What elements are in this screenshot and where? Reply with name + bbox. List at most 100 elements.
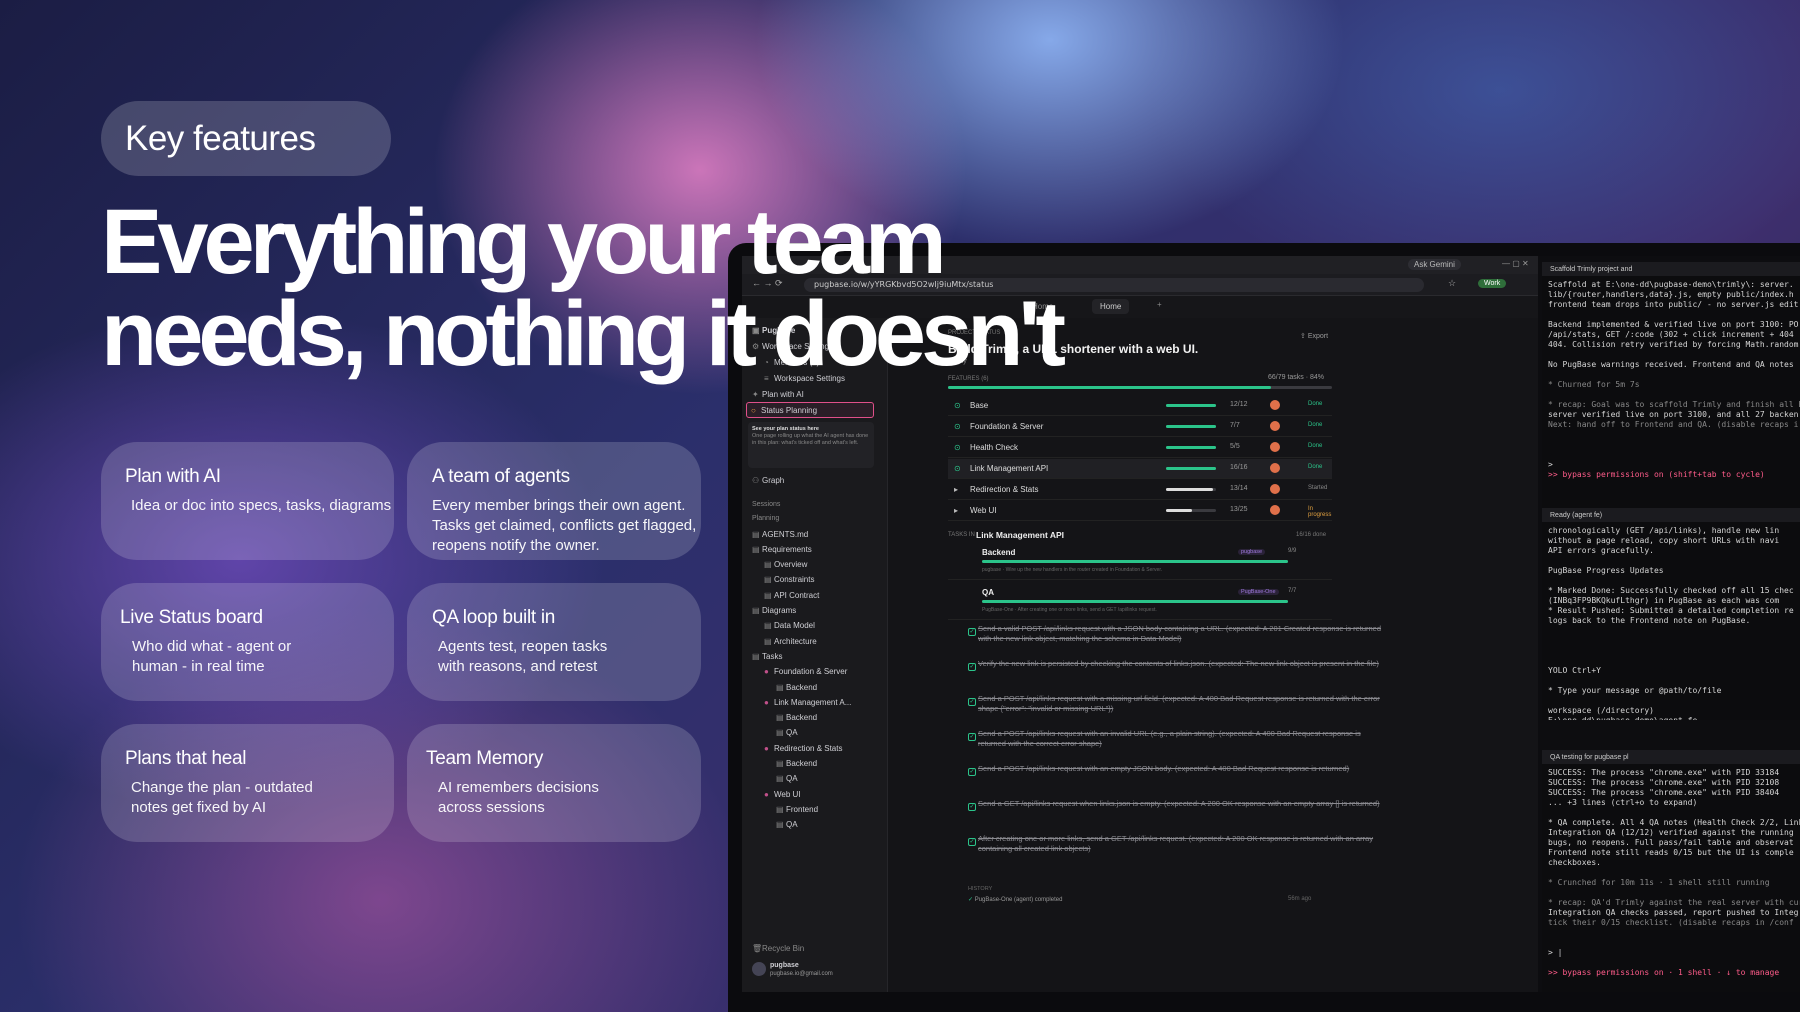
- avatar: [1270, 442, 1280, 452]
- terminal-line: >: [1548, 460, 1553, 469]
- sidebar-tree-item[interactable]: ● Foundation & Server: [764, 666, 847, 678]
- avatar[interactable]: [752, 962, 766, 976]
- window-controls-icon[interactable]: — ▢ ✕: [1502, 259, 1529, 268]
- feature-row[interactable]: ▸ Redirection & Stats 13/14 Started: [948, 480, 1332, 500]
- export-button[interactable]: ⇪ Export: [1300, 332, 1328, 340]
- sidebar-item-status-planning[interactable]: ○ Status Planning: [746, 402, 874, 418]
- feature-row[interactable]: ⊙ Health Check 5/5 Done: [948, 438, 1332, 458]
- new-tab-icon[interactable]: +: [1157, 300, 1162, 309]
- task-text: After creating one or more links, send a…: [978, 834, 1374, 853]
- status-circle-icon: ▸: [954, 506, 959, 515]
- feature-count: 12/12: [1230, 401, 1248, 408]
- feature-row[interactable]: ⊙ Link Management API 16/16 Done: [948, 459, 1332, 479]
- bar-fill: [1166, 404, 1216, 407]
- terminal-title: QA testing for pugbase pl: [1542, 750, 1800, 764]
- sidebar-tree-item[interactable]: ▤ Requirements: [752, 543, 812, 555]
- terminal-line: >> bypass permissions on · 1 shell · ↓ t…: [1548, 968, 1780, 977]
- task-checkbox[interactable]: ✓: [968, 663, 976, 671]
- sidebar-tree-item[interactable]: ▤ Diagrams: [752, 605, 796, 617]
- task-checkbox[interactable]: ✓: [968, 733, 976, 741]
- task-checkbox[interactable]: ✓: [968, 698, 976, 706]
- sidebar-tree-item[interactable]: ▤ Data Model: [764, 620, 815, 632]
- task-group[interactable]: Backend pugbase 9/9 pugbase · Wire up the n…: [948, 544, 1332, 580]
- feature-row[interactable]: ⊙ Base 12/12 Done: [948, 396, 1332, 416]
- sidebar-tree-item[interactable]: ▤ API Contract: [764, 589, 819, 601]
- task-checkbox[interactable]: ✓: [968, 838, 976, 846]
- sidebar-tree-item[interactable]: ▤ Overview: [764, 559, 807, 571]
- terminal-line: * recap: QA'd Trimly against the real se…: [1548, 898, 1800, 907]
- task-checkbox[interactable]: ✓: [968, 628, 976, 636]
- status-circle-icon: ⊙: [954, 464, 961, 473]
- sidebar-tree-item[interactable]: ▤ QA: [776, 773, 798, 785]
- sidebar-tree-item[interactable]: ▤ AGENTS.md: [752, 528, 808, 540]
- tooltip-title: See your plan status here: [752, 426, 819, 432]
- sidebar-tree-item[interactable]: ▤ Tasks: [752, 650, 782, 662]
- profile-chip[interactable]: Work: [1478, 279, 1507, 288]
- task-checkbox[interactable]: ✓: [968, 768, 976, 776]
- file-icon: ▤: [752, 544, 760, 554]
- task-checkbox[interactable]: ✓: [968, 803, 976, 811]
- terminal-line: checkboxes.: [1548, 858, 1601, 867]
- feature-count: 13/25: [1230, 506, 1248, 513]
- terminal-scaffold[interactable]: Scaffold Trimly project and Scaffold at …: [1542, 262, 1800, 508]
- tab-home-2[interactable]: Home: [1092, 299, 1130, 314]
- terminal-title: Scaffold Trimly project and: [1542, 262, 1800, 276]
- sidebar-tree-item[interactable]: ▤ Constraints: [764, 574, 814, 586]
- terminal-line: SUCCESS: The process "chrome.exe" with P…: [1548, 768, 1780, 777]
- sidebar-tree-item[interactable]: ▤ Backend: [776, 681, 817, 693]
- sidebar-item-graph[interactable]: ⚇ Graph: [752, 474, 784, 486]
- bar-fill: [1166, 467, 1216, 470]
- sidebar-tree-label: Architecture: [774, 636, 817, 646]
- task-text: Send a POST /api/links request with an i…: [978, 729, 1361, 748]
- sidebar-tree-item[interactable]: ▤ Frontend: [776, 803, 818, 815]
- feature-count: 16/16: [1230, 464, 1248, 471]
- sidebar-tree-label: Web UI: [774, 789, 801, 799]
- terminal-qa[interactable]: QA testing for pugbase pl SUCCESS: The p…: [1542, 750, 1800, 992]
- recycle-bin[interactable]: 🗑 Recycle Bin: [752, 942, 804, 954]
- feature-card-team-of-agents: A team of agents Every member brings thei…: [407, 442, 701, 560]
- sidebar-tree-item[interactable]: ● Link Management A...: [764, 696, 851, 708]
- star-icon[interactable]: ☆: [1448, 278, 1456, 289]
- feature-row[interactable]: ⊙ Foundation & Server 7/7 Done: [948, 417, 1332, 437]
- feature-row[interactable]: ▸ Web UI 13/25 In progress: [948, 501, 1332, 521]
- feature-state: Started: [1308, 485, 1328, 491]
- feature-progress-bar: [1166, 467, 1216, 470]
- task-group[interactable]: QA PugBase-One 7/7 PugBase-One · After crea…: [948, 584, 1332, 620]
- sidebar-tree-item[interactable]: ● Web UI: [764, 788, 801, 800]
- file-icon: ●: [764, 789, 769, 799]
- terminal-line: > |: [1548, 948, 1563, 957]
- terminal-line: Scaffold at E:\one-dd\pugbase-demo\triml…: [1548, 280, 1794, 289]
- terminal-line: * Type your message or @path/to/file: [1548, 686, 1722, 695]
- sidebar-tree-item[interactable]: ▤ Backend: [776, 758, 817, 770]
- task-text: Send a POST /api/links request with a mi…: [978, 694, 1380, 713]
- avatar: [1270, 505, 1280, 515]
- feature-state: Done: [1308, 443, 1323, 449]
- sidebar-item-plan-with-ai[interactable]: ✦ Plan with AI: [752, 388, 804, 400]
- terminal-agent-fe[interactable]: Ready (agent fe) chronologically (GET /a…: [1542, 508, 1800, 720]
- file-icon: ▤: [776, 682, 784, 692]
- task-groups: Backend pugbase 9/9 pugbase · Wire up the n…: [948, 544, 1332, 624]
- planning-label[interactable]: Planning: [752, 512, 779, 524]
- sidebar-tree-label: Frontend: [786, 804, 819, 814]
- tooltip-body: One page rolling up what the AI agent ha…: [752, 433, 869, 446]
- feature-name: Base: [970, 401, 989, 410]
- sidebar-tree-item[interactable]: ● Redirection & Stats: [764, 742, 842, 754]
- terminal-line: chronologically (GET /api/links), handle…: [1548, 526, 1780, 535]
- sidebar-tree-item[interactable]: ▤ QA: [776, 727, 798, 739]
- file-icon: ▤: [776, 728, 784, 738]
- feature-name: Web UI: [970, 506, 997, 515]
- feature-name: Foundation & Server: [970, 422, 1044, 431]
- terminal-line: SUCCESS: The process "chrome.exe" with P…: [1548, 788, 1780, 797]
- ask-gemini-button[interactable]: Ask Gemini: [1408, 259, 1461, 270]
- sidebar-tree-item[interactable]: ▤ Backend: [776, 712, 817, 724]
- sidebar-tree-item[interactable]: ▤ Architecture: [764, 635, 817, 647]
- terminal-line: server verified live on port 3100, and a…: [1548, 410, 1799, 419]
- sidebar-tree-item[interactable]: ▤ QA: [776, 819, 798, 831]
- file-icon: ▤: [752, 529, 760, 539]
- feature-progress-bar: [1166, 425, 1216, 428]
